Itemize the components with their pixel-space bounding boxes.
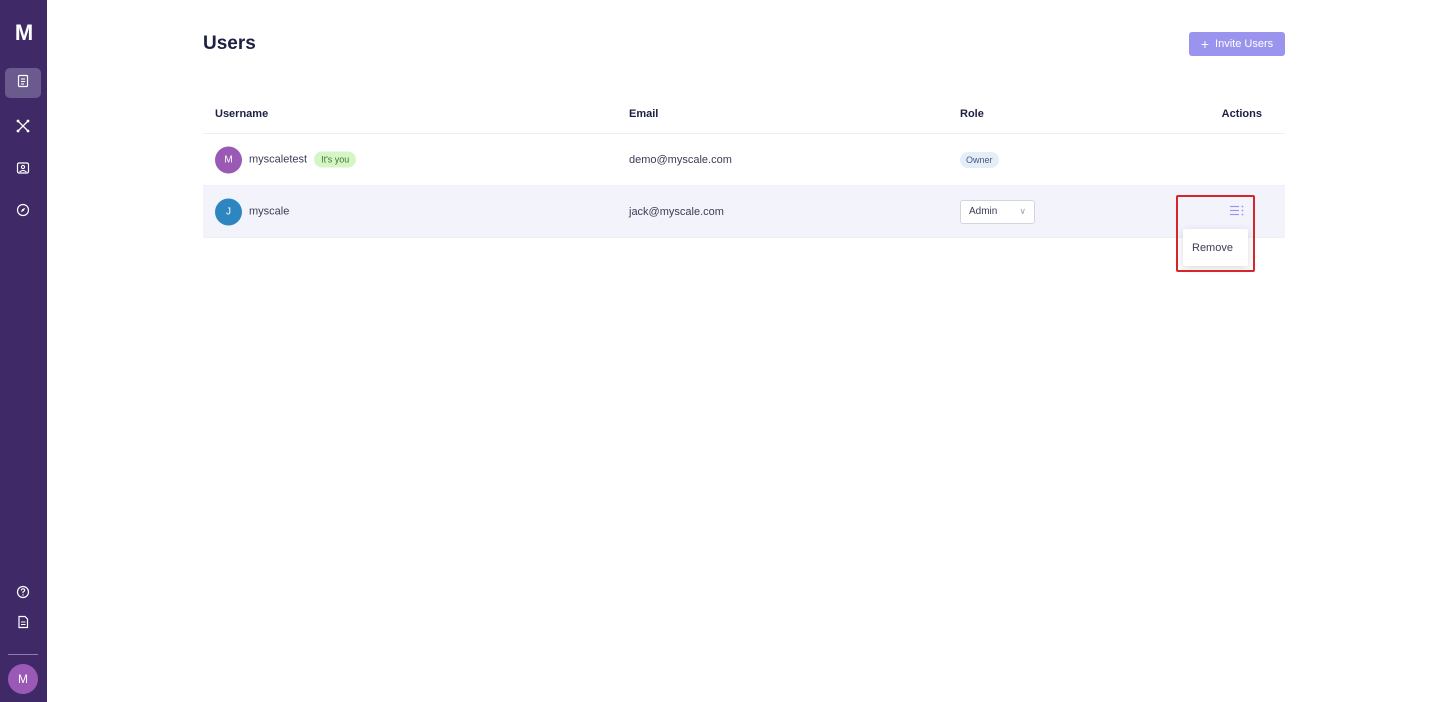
its-you-badge: It's you	[314, 151, 357, 168]
gallery-icon	[16, 161, 30, 180]
sidebar: M M	[0, 0, 47, 702]
email: demo@myscale.com	[629, 153, 732, 166]
column-header-actions: Actions	[1221, 108, 1262, 120]
compass-icon	[16, 203, 30, 222]
document-list-icon	[16, 74, 30, 93]
table-header: Username Email Role Actions	[203, 95, 1285, 134]
help-icon	[16, 585, 30, 604]
invite-users-button[interactable]: + Invite Users	[1189, 32, 1285, 56]
role-select[interactable]: Admin ∨	[960, 199, 1035, 224]
avatar: J	[215, 198, 242, 225]
username: myscale	[249, 205, 290, 218]
docs-icon	[16, 615, 30, 634]
column-header-username: Username	[215, 108, 269, 120]
avatar: M	[215, 146, 242, 173]
username-cell: M myscaletest It's you	[215, 146, 357, 173]
highlight-box	[1176, 195, 1255, 272]
sidebar-item-documents[interactable]	[5, 68, 41, 98]
sidebar-item-explore[interactable]	[5, 197, 41, 227]
sidebar-item-gallery[interactable]	[5, 155, 41, 185]
sidebar-item-help[interactable]	[5, 579, 41, 609]
sidebar-divider	[8, 654, 38, 655]
page-title: Users	[203, 33, 256, 54]
app-root: M M Users + Invite Users Username Email …	[0, 0, 1440, 702]
table-row: M myscaletest It's you demo@myscale.com …	[203, 134, 1285, 186]
role-select-value: Admin	[969, 206, 998, 217]
user-avatar[interactable]: M	[8, 664, 38, 694]
sidebar-item-docs[interactable]	[5, 609, 41, 639]
email: jack@myscale.com	[629, 205, 724, 218]
column-header-role: Role	[960, 108, 984, 120]
invite-users-label: Invite Users	[1215, 38, 1274, 50]
logo[interactable]: M	[0, 20, 47, 46]
table-row: J myscale jack@myscale.com Admin ∨	[203, 186, 1285, 238]
plus-icon: +	[1200, 36, 1210, 52]
column-header-email: Email	[629, 108, 659, 120]
username: myscaletest	[249, 153, 308, 166]
role-badge: Owner	[960, 151, 999, 168]
chevron-down-icon: ∨	[1019, 206, 1026, 216]
users-table: Username Email Role Actions M myscaletes…	[203, 95, 1285, 238]
network-icon	[16, 119, 30, 138]
username-cell: J myscale	[215, 198, 289, 225]
sidebar-item-network[interactable]	[5, 113, 41, 143]
